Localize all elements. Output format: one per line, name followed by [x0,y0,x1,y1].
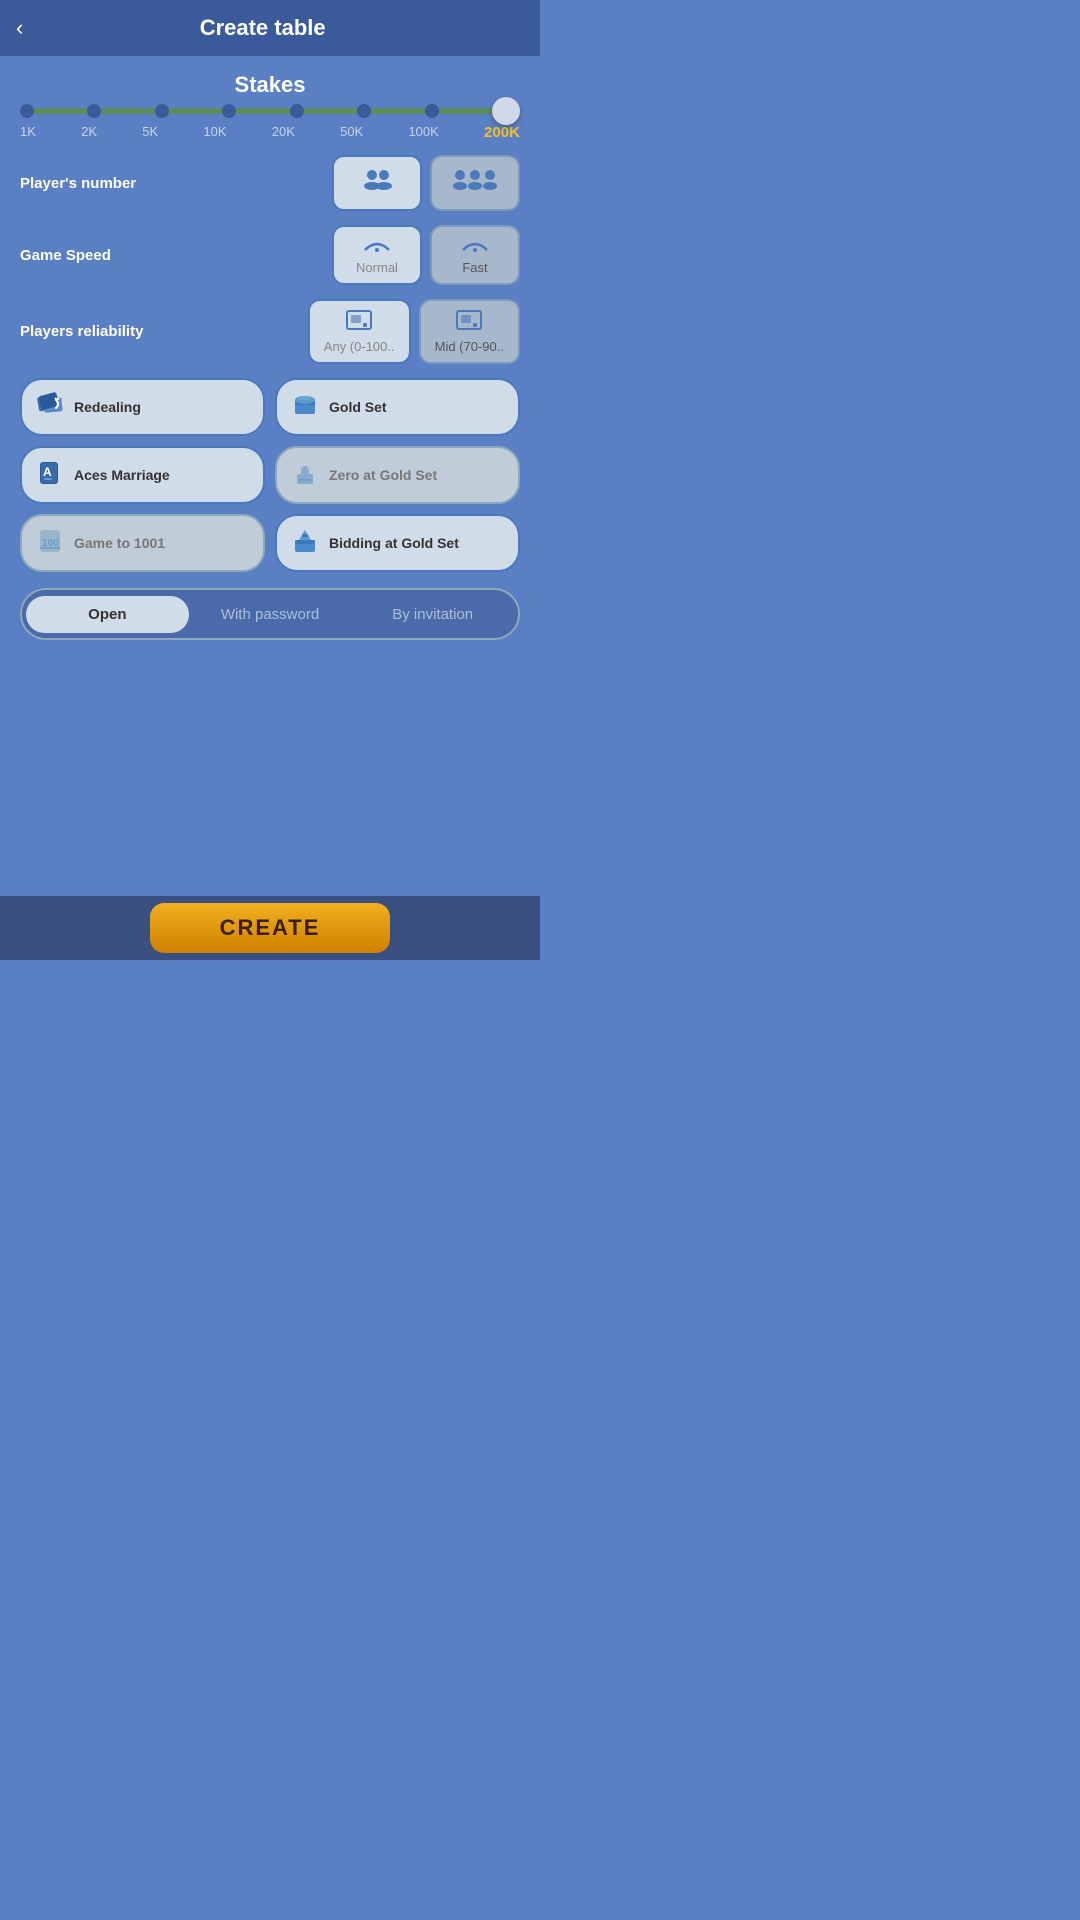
access-open-option[interactable]: Open [26,596,189,633]
stake-dot-10k [222,104,236,118]
redealing-label: Redealing [74,399,141,416]
aces-marriage-label: Aces Marriage [74,467,170,484]
players-reliability-options: Any (0-100.. Mid (70-90.. [220,299,520,364]
stakes-title: Stakes [20,72,520,98]
gold-set-toggle[interactable]: Gold Set [275,378,520,436]
stake-dot-100k [425,104,439,118]
stake-label-10k[interactable]: 10K [203,124,226,141]
stake-label-2k[interactable]: 2K [81,124,97,141]
players-2-button[interactable] [332,155,422,211]
stake-dot-20k [290,104,304,118]
bidding-gold-set-label: Bidding at Gold Set [329,535,459,552]
aces-marriage-toggle[interactable]: A Aces Marriage [20,446,265,504]
zero-gold-set-label: Zero at Gold Set [329,467,437,484]
game-to-1001-label: Game to 1001 [74,535,165,552]
players-3-button[interactable] [430,155,520,211]
mid-reliability-button[interactable]: Mid (70-90.. [419,299,520,364]
redealing-icon [36,390,64,424]
stake-labels: 1K 2K 5K 10K 20K 50K 100K 200K [20,124,520,141]
players-reliability-row: Players reliability Any (0-100.. [20,299,520,364]
gold-set-label: Gold Set [329,399,387,416]
zero-gold-set-icon [291,458,319,492]
game-speed-options: Normal Fast [220,225,520,285]
fast-speed-label: Fast [462,260,487,275]
stake-dot-200k [492,97,520,125]
players-reliability-label: Players reliability [20,323,220,340]
header: ‹ Create table [0,0,540,56]
game-speed-row: Game Speed Normal Fast [20,225,520,285]
stake-label-1k[interactable]: 1K [20,124,36,141]
any-reliability-icon [345,309,373,337]
stake-label-20k[interactable]: 20K [272,124,295,141]
footer: CREATE [0,896,540,960]
stakes-section: Stakes 1K 2K 5K 10K 20K 50K 100K [20,72,520,141]
fast-speed-button[interactable]: Fast [430,225,520,285]
redealing-toggle[interactable]: Redealing [20,378,265,436]
players-number-label: Player's number [20,175,220,192]
toggles-grid: Redealing Gold Set A [20,378,520,572]
bidding-gold-set-icon [291,526,319,560]
main-content: Stakes 1K 2K 5K 10K 20K 50K 100K [0,56,540,896]
players-number-row: Player's number [20,155,520,211]
access-row: Open With password By invitation [20,588,520,640]
access-password-option[interactable]: With password [189,596,352,633]
access-invitation-option[interactable]: By invitation [351,596,514,633]
stake-dot-2k [87,104,101,118]
game-to-1001-icon: 100 [36,526,64,560]
stake-label-50k[interactable]: 50K [340,124,363,141]
page-title: Create table [35,15,490,41]
any-reliability-button[interactable]: Any (0-100.. [308,299,411,364]
aces-marriage-icon: A [36,458,64,492]
gold-set-icon [291,390,319,424]
normal-speed-icon [363,235,391,258]
back-button[interactable]: ‹ [16,15,23,41]
create-button[interactable]: CREATE [150,903,391,953]
stake-dot-50k [357,104,371,118]
fast-speed-icon [461,235,489,258]
stake-dot-5k [155,104,169,118]
two-players-icon [361,168,393,196]
zero-gold-set-toggle[interactable]: Zero at Gold Set [275,446,520,504]
stake-label-5k[interactable]: 5K [142,124,158,141]
slider-dots [20,104,520,125]
players-number-options [220,155,520,211]
any-reliability-label: Any (0-100.. [324,339,395,354]
mid-reliability-icon [455,309,483,337]
stake-label-200k[interactable]: 200K [484,124,520,141]
game-speed-label: Game Speed [20,247,220,264]
stake-label-100k[interactable]: 100K [408,124,438,141]
normal-speed-label: Normal [356,260,398,275]
game-to-1001-toggle[interactable]: 100 Game to 1001 [20,514,265,572]
bidding-gold-set-toggle[interactable]: Bidding at Gold Set [275,514,520,572]
stakes-slider[interactable] [20,108,520,114]
svg-text:A: A [43,465,52,479]
mid-reliability-label: Mid (70-90.. [435,339,504,354]
normal-speed-button[interactable]: Normal [332,225,422,285]
stake-dot-1k [20,104,34,118]
three-players-icon [452,168,498,196]
